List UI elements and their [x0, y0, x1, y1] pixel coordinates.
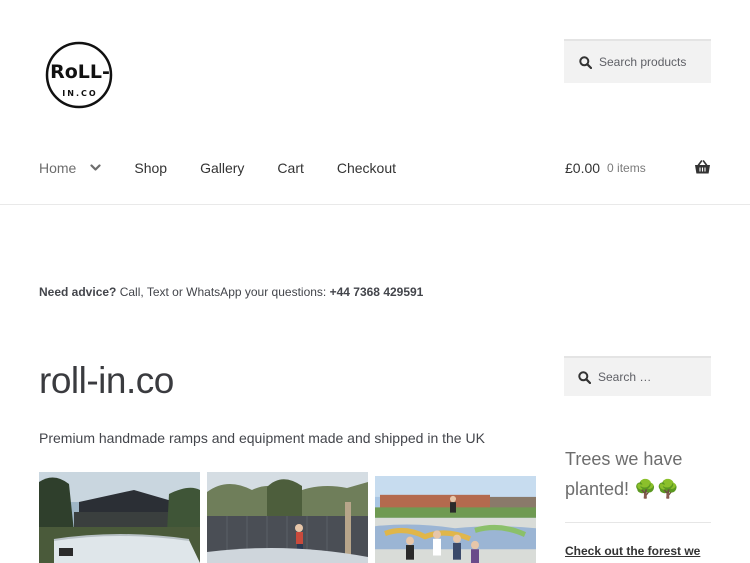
primary-navigation: Home Shop Gallery Cart Checkout [39, 157, 429, 179]
sidebar-search-placeholder: Search … [598, 370, 652, 384]
nav-item-gallery[interactable]: Gallery [200, 160, 244, 176]
page-tagline: Premium handmade ramps and equipment mad… [39, 430, 485, 446]
nav-home-label: Home [39, 160, 77, 176]
cart-count: 0 items [607, 161, 646, 175]
forest-link[interactable]: Check out the forest we [565, 544, 700, 558]
svg-text:RoLL-: RoLL- [50, 61, 110, 83]
gallery-image-skater[interactable] [207, 472, 368, 563]
nav-item-shop[interactable]: Shop [134, 160, 167, 176]
gallery-image-halfpipe[interactable] [39, 472, 200, 563]
chevron-down-icon[interactable] [90, 164, 101, 172]
widget-title: Trees we have planted! 🌳🌳 [565, 449, 683, 499]
widget-divider [565, 522, 711, 523]
svg-text:IN.CO: IN.CO [62, 89, 97, 98]
nav-item-checkout[interactable]: Checkout [337, 160, 396, 176]
gallery-image-group[interactable] [375, 476, 536, 563]
product-search-field[interactable]: Search products [564, 39, 711, 83]
advice-text: Call, Text or WhatsApp your questions: [116, 285, 330, 299]
nav-item-home[interactable]: Home [39, 160, 101, 176]
advice-phone: +44 7368 429591 [329, 285, 424, 299]
header-divider [0, 204, 750, 205]
search-icon [578, 370, 591, 384]
nav-item-cart[interactable]: Cart [277, 160, 303, 176]
page-title: roll-in.co [39, 360, 174, 401]
advice-notice: Need advice? Call, Text or WhatsApp your… [39, 285, 423, 299]
sidebar-search-field[interactable]: Search … [564, 356, 711, 396]
product-search-placeholder: Search products [599, 55, 687, 69]
cart-amount: £0.00 [565, 160, 601, 176]
advice-lead: Need advice? [39, 285, 117, 299]
site-logo[interactable]: RoLL- IN.CO [44, 40, 116, 110]
search-icon [579, 55, 592, 69]
basket-icon[interactable] [694, 160, 711, 175]
photo-gallery [39, 472, 536, 563]
header-cart[interactable]: £0.00 0 items [565, 158, 711, 178]
